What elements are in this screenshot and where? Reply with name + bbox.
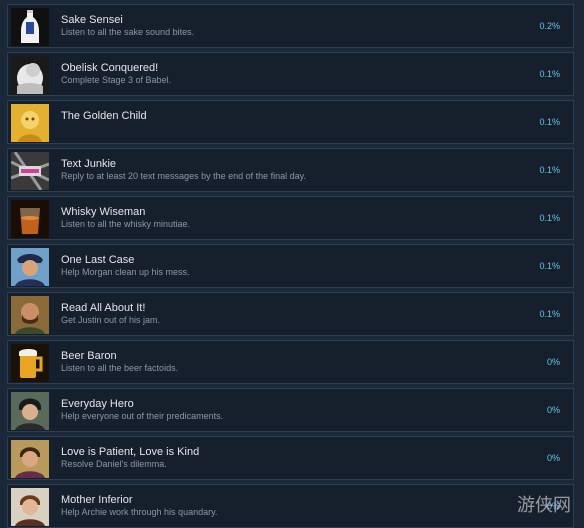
achievement-title: Read All About It! <box>61 302 146 314</box>
achievement-description: Reply to at least 20 text messages by th… <box>61 171 306 181</box>
achievement-row[interactable]: The Golden Child 0.1% <box>7 100 574 144</box>
daniel-portrait-icon <box>11 440 49 478</box>
achievement-unlock-percent: 0.1% <box>539 213 560 223</box>
achievement-unlock-percent: 0% <box>546 453 560 463</box>
obelisk-icon <box>11 56 49 94</box>
watermark-logo: 游侠网 <box>517 495 571 516</box>
bearded-man-portrait-icon <box>11 296 49 334</box>
achievement-unlock-percent: 0% <box>546 405 560 415</box>
achievement-title: Sake Sensei <box>61 14 123 26</box>
achievement-row[interactable]: Read All About It! Get Justin out of his… <box>7 292 574 336</box>
achievement-title: The Golden Child <box>61 110 147 122</box>
achievement-row[interactable]: Obelisk Conquered! Complete Stage 3 of B… <box>7 52 574 96</box>
achievement-row[interactable]: Love is Patient, Love is Kind Resolve Da… <box>7 436 574 480</box>
achievement-row[interactable]: Whisky Wiseman Listen to all the whisky … <box>7 196 574 240</box>
achievement-unlock-percent: 0.1% <box>539 165 560 175</box>
achievement-row[interactable]: Everyday Hero Help everyone out of their… <box>7 388 574 432</box>
achievement-title: Text Junkie <box>61 158 117 170</box>
golden-child-icon <box>11 104 49 142</box>
achievement-title: Everyday Hero <box>61 398 134 410</box>
achievement-title: Obelisk Conquered! <box>61 62 159 74</box>
achievement-title: Love is Patient, Love is Kind <box>61 446 200 458</box>
achievement-title: Whisky Wiseman <box>61 206 146 218</box>
achievement-title: Mother Inferior <box>61 494 133 506</box>
sake-bottle-icon <box>11 8 49 46</box>
achievement-row[interactable]: Text Junkie Reply to at least 20 text me… <box>7 148 574 192</box>
achievement-title: Beer Baron <box>61 350 117 362</box>
achievement-unlock-percent: 0.2% <box>539 21 560 31</box>
achievement-unlock-percent: 0.1% <box>539 117 560 127</box>
achievement-title: One Last Case <box>61 254 135 266</box>
archie-portrait-icon <box>11 488 49 526</box>
achievement-description: Resolve Daniel's dilemma. <box>61 459 167 469</box>
achievement-description: Listen to all the whisky minutiae. <box>61 219 191 229</box>
beer-mug-icon <box>11 344 49 382</box>
watermark-text: 游侠网 <box>517 495 571 516</box>
achievement-description: Help Archie work through his quandary. <box>61 507 218 517</box>
achievement-row[interactable]: Sake Sensei Listen to all the sake sound… <box>7 4 574 48</box>
text-junkie-icon <box>11 152 49 190</box>
achievement-unlock-percent: 0.1% <box>539 261 560 271</box>
achievement-row[interactable]: Beer Baron Listen to all the beer factoi… <box>7 340 574 384</box>
achievement-description: Get Justin out of his jam. <box>61 315 161 325</box>
achievement-unlock-percent: 0.1% <box>539 309 560 319</box>
achievement-description: Complete Stage 3 of Babel. <box>61 75 172 85</box>
achievement-unlock-percent: 0% <box>546 357 560 367</box>
achievement-unlock-percent: 0.1% <box>539 69 560 79</box>
achievement-description: Listen to all the sake sound bites. <box>61 27 195 37</box>
achievement-description: Listen to all the beer factoids. <box>61 363 179 373</box>
achievement-row[interactable]: One Last Case Help Morgan clean up his m… <box>7 244 574 288</box>
whisky-glass-icon <box>11 200 49 238</box>
achievement-description: Help everyone out of their predicaments. <box>61 411 224 421</box>
achievement-row[interactable]: Mother Inferior Help Archie work through… <box>7 484 574 528</box>
hero-portrait-icon <box>11 392 49 430</box>
policeman-portrait-icon <box>11 248 49 286</box>
achievement-description: Help Morgan clean up his mess. <box>61 267 190 277</box>
